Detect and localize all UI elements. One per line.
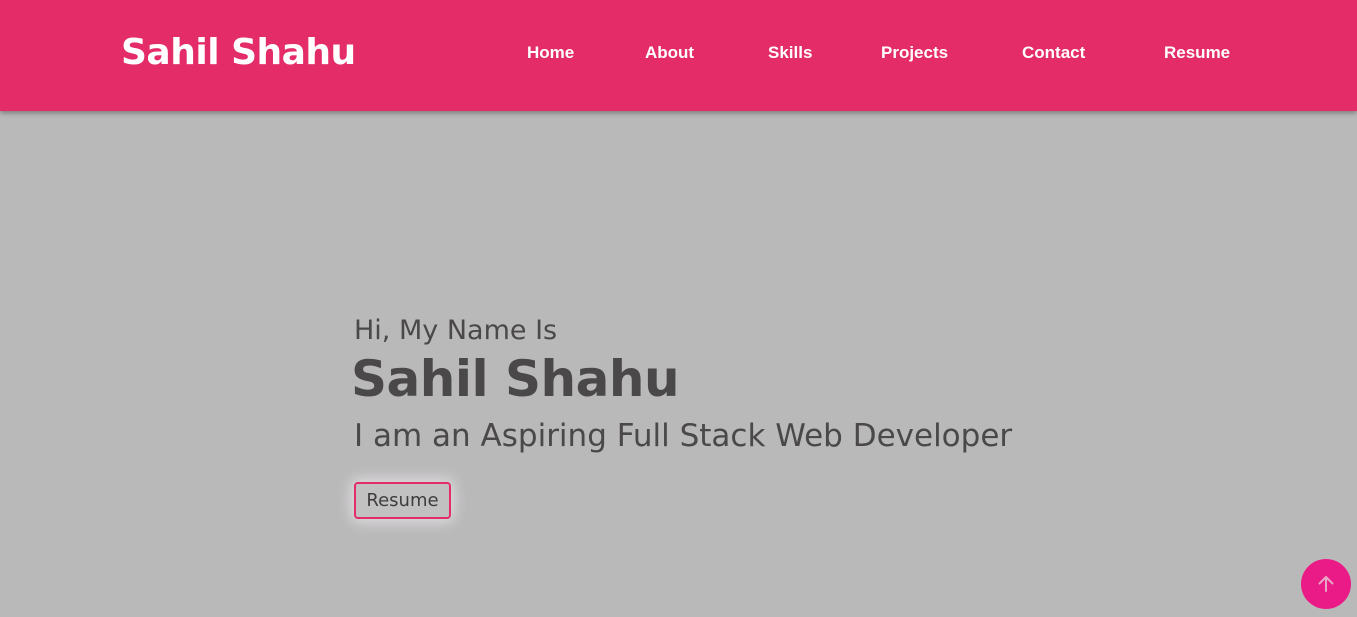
hero-tagline: I am an Aspiring Full Stack Web Develope… — [354, 418, 1013, 454]
nav-link-home[interactable]: Home — [527, 42, 574, 64]
navbar: Sahil Shahu Home About Skills Projects C… — [0, 0, 1357, 111]
nav-link-skills[interactable]: Skills — [768, 42, 812, 64]
scroll-to-top-button[interactable] — [1301, 559, 1351, 609]
arrow-up-icon — [1318, 576, 1334, 592]
hero-greeting: Hi, My Name Is — [354, 315, 558, 346]
nav-link-projects[interactable]: Projects — [881, 42, 948, 64]
nav-link-resume[interactable]: Resume — [1164, 42, 1230, 64]
hero-name: Sahil Shahu — [351, 350, 680, 408]
nav-link-contact[interactable]: Contact — [1022, 42, 1085, 64]
hero-section: Hi, My Name Is Sahil Shahu I am an Aspir… — [0, 111, 1357, 617]
resume-button[interactable]: Resume — [354, 482, 451, 519]
site-logo[interactable]: Sahil Shahu — [121, 30, 356, 76]
nav-link-about[interactable]: About — [645, 42, 694, 64]
